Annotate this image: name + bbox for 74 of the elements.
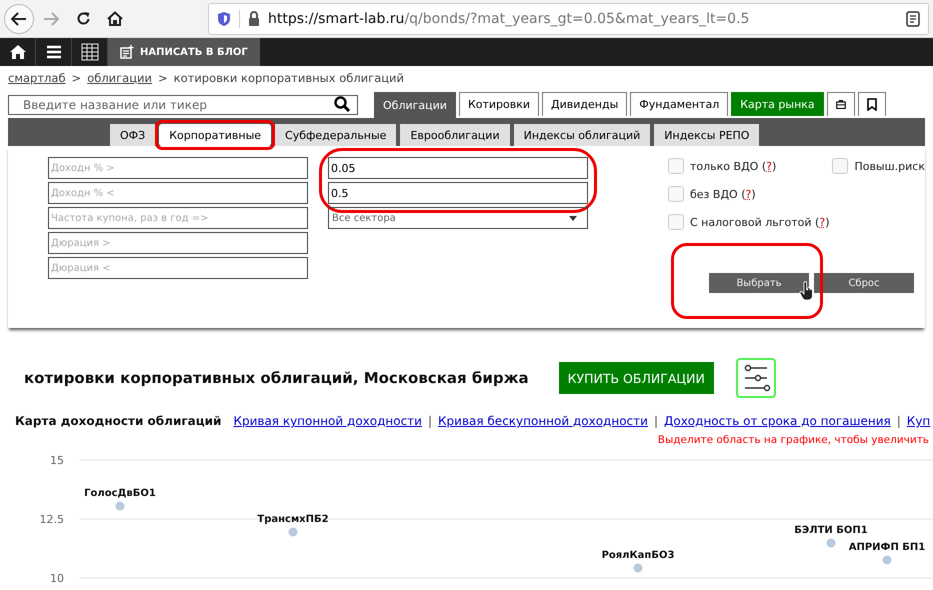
point-label: РоялКапБО3 [602,550,674,561]
lock-icon [248,11,260,26]
breadcrumb-link[interactable]: смартлаб [8,71,66,85]
nav-tab[interactable]: Фундаментал [630,92,728,116]
link-separator: | [428,414,432,428]
zoom-hint: Выделите область на графике, чтобы увеличить [656,434,930,446]
checkbox-label: только ВДО (?) [690,160,776,172]
category-tab[interactable]: Еврооблигации [400,124,510,146]
search-icon[interactable] [334,96,350,112]
reset-button[interactable]: Сброс [814,273,914,293]
breadcrumb-separator: > [72,71,82,85]
checkbox-label: без ВДО (?) [690,188,756,200]
checkbox[interactable] [668,158,684,174]
sector-dropdown[interactable]: Все сектора [328,207,588,229]
chart-link[interactable]: Куп [906,414,930,428]
briefcase-icon[interactable] [826,92,855,116]
filter-field[interactable]: Частота купона, раз в год => [48,207,308,229]
checkbox-label: Повыш.риск [854,160,925,172]
filter-field[interactable]: Доходн % < [48,182,308,204]
breadcrumb-separator: > [158,71,168,85]
caret-icon [569,216,577,220]
chart-tab-current: Карта доходности облигаций [15,414,222,428]
link-separator: | [654,414,658,428]
back-arrow-icon [11,12,27,26]
category-tab[interactable]: Индексы РЕПО [654,124,760,146]
maturity-field[interactable]: 0.05 [328,157,588,179]
checkbox[interactable] [832,158,848,174]
search-field[interactable]: Введите название или тикер [8,95,358,115]
breadcrumb-current: котировки корпоративных облигаций [174,71,404,85]
hand-cursor-icon [799,281,815,301]
nav-tab[interactable]: Облигации [374,92,456,118]
point-label: ТрансмхПБ2 [257,514,329,525]
page-title: котировки корпоративных облигаций, Московская биржа [24,369,529,387]
filter-field[interactable]: Доходн % > [48,157,308,179]
select-button[interactable]: Выбрать [709,273,809,293]
category-tab[interactable]: Субфедеральные [275,124,396,146]
chart-link[interactable]: Кривая купонной доходности [233,414,422,428]
help-link[interactable]: ? [745,188,752,200]
link-separator: | [896,414,901,428]
shield-icon [217,10,231,26]
home-icon[interactable] [107,11,123,26]
filter-field[interactable]: Дюрация < [48,257,308,279]
reload-icon[interactable] [76,11,90,26]
nav-tab[interactable]: Карта рынка [731,92,824,116]
help-link[interactable]: ? [819,216,826,228]
category-tab[interactable]: Корпоративные [159,124,272,146]
note-plus-icon [120,45,134,59]
y-tick-label: 15 [50,454,64,467]
url-text: https://smart-lab.ru/q/bonds/?mat_years_gt=0.05&mat_years_lt=0.5 [268,10,750,26]
nav-tab[interactable]: Котировки [458,92,540,116]
back-button[interactable] [4,4,34,34]
chart-link[interactable]: Кривая бескупонной доходности [438,414,648,428]
y-tick-label: 12.5 [40,513,64,526]
nav-tab[interactable]: Дивиденды [542,92,628,116]
point-label: ГолосДвБО1 [84,488,156,499]
bookmark-icon[interactable] [858,92,886,116]
checkbox-label: С налоговой льготой (?) [690,216,830,228]
write-blog-button[interactable]: НАПИСАТЬ В БЛОГ [108,38,260,66]
help-link[interactable]: ? [766,160,772,172]
category-tab[interactable]: ОФЗ [110,124,156,146]
settings-sliders-icon[interactable] [736,358,776,398]
maturity-field[interactable]: 0.5 [328,182,588,204]
category-tab[interactable]: Индексы облигаций [514,124,650,146]
point-label: АПРИФП БП1 [848,542,926,553]
y-tick-label: 10 [50,572,64,585]
buy-bonds-button[interactable]: КУПИТЬ ОБЛИГАЦИИ [558,362,714,394]
chart-link[interactable]: Доходность от срока до погашения [664,414,891,428]
point-label: БЭЛТИ БОП1 [794,525,868,536]
checkbox[interactable] [668,214,684,230]
checkbox[interactable] [668,186,684,202]
breadcrumb-link[interactable]: облигации [87,71,152,85]
address-bar[interactable]: https://smart-lab.ru/q/bonds/?mat_years_gt=0.05&mat_years_lt=0.5 [208,2,929,34]
filter-field[interactable]: Дюрация > [48,232,308,254]
reader-view-icon[interactable] [906,10,920,26]
